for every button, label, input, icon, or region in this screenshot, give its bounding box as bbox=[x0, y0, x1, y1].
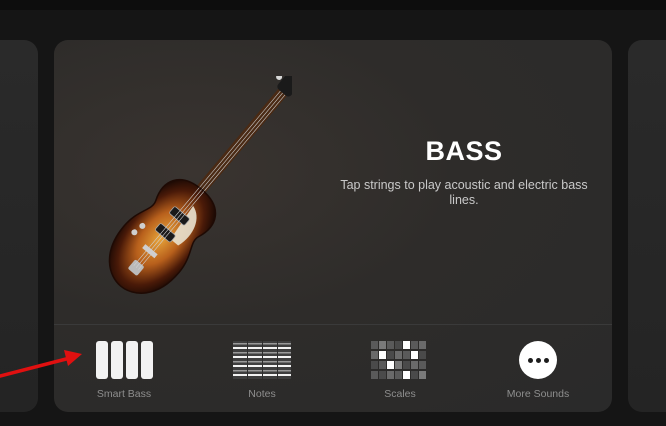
top-status-bar bbox=[0, 0, 666, 10]
scales-label: Scales bbox=[384, 388, 416, 400]
instrument-description: Tap strings to play acoustic and electri… bbox=[340, 178, 588, 207]
smart-bass-label: Smart Bass bbox=[96, 388, 152, 400]
more-icon bbox=[478, 340, 598, 380]
notes-icon bbox=[202, 340, 322, 380]
next-instrument-card[interactable] bbox=[628, 40, 666, 412]
bass-instrument-card[interactable]: BASS Tap strings to play acoustic and el… bbox=[54, 40, 612, 412]
notes-label: Notes bbox=[248, 388, 276, 400]
bass-guitar-image bbox=[108, 76, 292, 294]
more-sounds-label: More Sounds bbox=[506, 388, 570, 400]
scales-option[interactable]: Scales bbox=[340, 340, 460, 406]
more-sounds-option[interactable]: More Sounds bbox=[478, 340, 598, 406]
annotation-arrow-icon bbox=[0, 350, 82, 378]
scales-icon bbox=[340, 340, 460, 380]
instrument-title: BASS bbox=[425, 136, 503, 166]
card-divider bbox=[54, 324, 612, 325]
notes-option[interactable]: Notes bbox=[202, 340, 322, 406]
